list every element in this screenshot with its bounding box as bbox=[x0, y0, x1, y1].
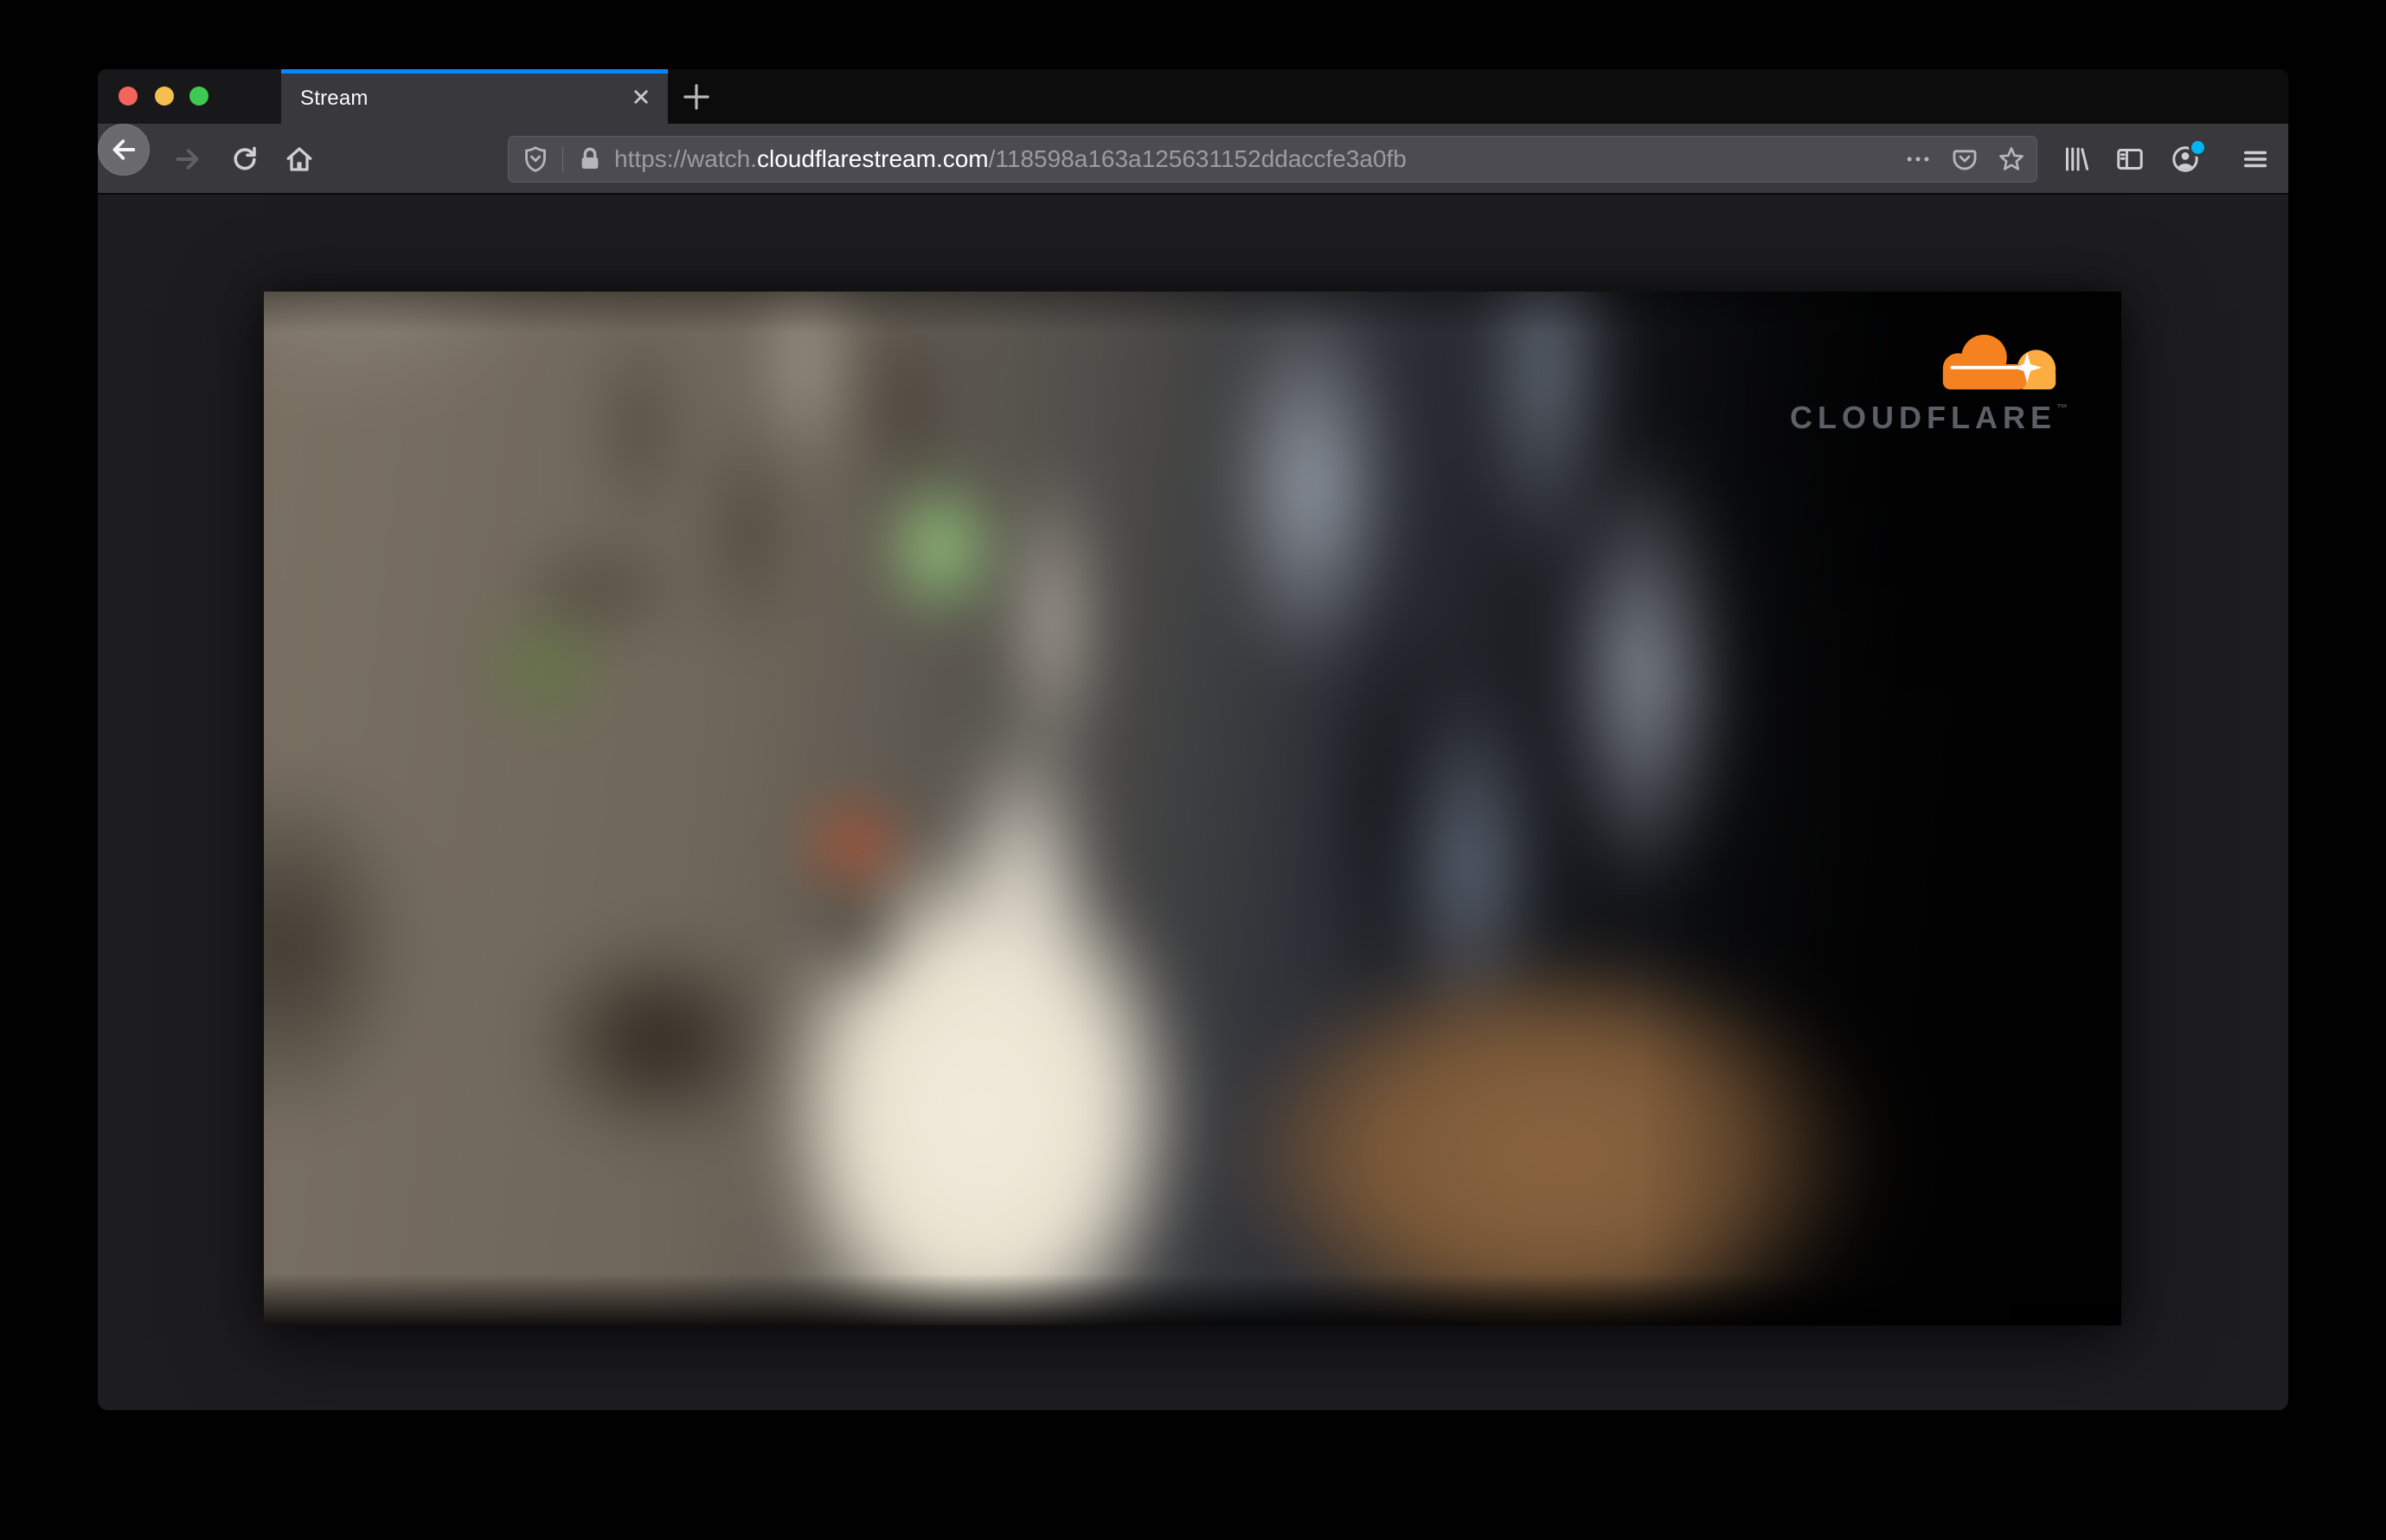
cloudflare-wordmark: CLOUDFLARE™ bbox=[1790, 402, 2068, 433]
home-icon bbox=[286, 147, 312, 171]
library-icon[interactable] bbox=[2061, 144, 2092, 175]
page-content: CLOUDFLARE™ bbox=[98, 195, 2288, 1410]
cloudflare-logo: CLOUDFLARE™ bbox=[1790, 330, 2068, 433]
navigation-toolbar: https://watch.cloudflarestream.com/11859… bbox=[98, 124, 2288, 195]
home-button[interactable] bbox=[284, 144, 315, 175]
reload-button[interactable] bbox=[229, 144, 260, 175]
video-player[interactable]: CLOUDFLARE™ bbox=[264, 292, 2121, 1325]
forward-button[interactable] bbox=[172, 144, 203, 175]
trademark-mark: ™ bbox=[2056, 401, 2068, 414]
notification-dot bbox=[2191, 141, 2204, 154]
new-tab-button[interactable] bbox=[678, 79, 715, 115]
screenshot-background: Stream https://watch.cloudflarestream.co… bbox=[0, 0, 2386, 1540]
address-bar[interactable]: https://watch.cloudflarestream.com/11859… bbox=[508, 136, 2037, 183]
cloudflare-cloud-icon bbox=[1942, 334, 2056, 390]
page-actions-icon[interactable] bbox=[1903, 144, 1933, 174]
video-vignette bbox=[264, 292, 2121, 1325]
address-bar-divider bbox=[562, 146, 563, 172]
lock-icon[interactable] bbox=[575, 144, 605, 174]
window-zoom-button[interactable] bbox=[189, 87, 208, 106]
cloudflare-wordmark-text: CLOUDFLARE bbox=[1790, 400, 2056, 435]
forward-arrow-icon bbox=[176, 149, 199, 170]
back-button[interactable] bbox=[98, 124, 150, 176]
back-arrow-icon bbox=[112, 139, 136, 160]
menu-icon[interactable] bbox=[2240, 144, 2271, 175]
window-controls bbox=[98, 69, 281, 124]
url-domain: cloudflarestream.com bbox=[756, 145, 989, 172]
url-path: /118598a163a125631152ddaccfe3a0fb bbox=[988, 145, 1407, 172]
pocket-icon[interactable] bbox=[1950, 144, 1979, 174]
tab-title: Stream bbox=[300, 87, 369, 110]
tab-bar: Stream bbox=[98, 69, 2288, 124]
bookmark-star-icon[interactable] bbox=[1997, 144, 2026, 174]
browser-window: Stream https://watch.cloudflarestream.co… bbox=[98, 69, 2288, 1410]
url-scheme-host-prefix: https://watch. bbox=[614, 145, 757, 172]
tab-stream[interactable]: Stream bbox=[281, 69, 668, 124]
tab-close-icon[interactable] bbox=[628, 84, 654, 110]
tracking-protection-shield-icon[interactable] bbox=[521, 144, 550, 174]
window-minimize-button[interactable] bbox=[155, 87, 174, 106]
address-bar-left-icons bbox=[509, 137, 605, 182]
account-icon[interactable] bbox=[2170, 141, 2204, 175]
reload-icon bbox=[234, 146, 256, 170]
sidebar-icon[interactable] bbox=[2114, 144, 2145, 175]
url-text: https://watch.cloudflarestream.com/11859… bbox=[614, 137, 1407, 182]
window-close-button[interactable] bbox=[119, 87, 138, 106]
address-bar-actions bbox=[1903, 137, 2026, 182]
